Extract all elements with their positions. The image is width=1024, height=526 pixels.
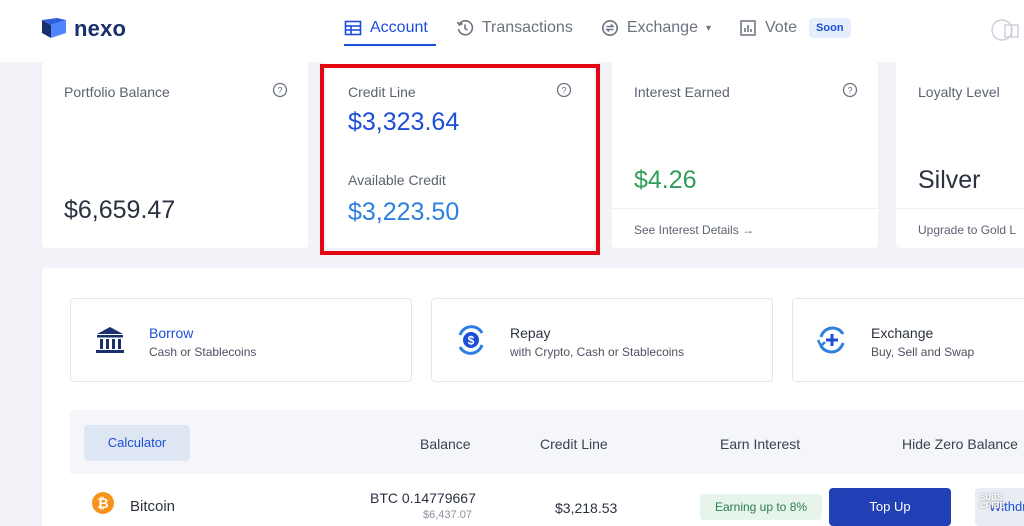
highlight-annotation bbox=[320, 64, 600, 255]
caret-down-icon: ▾ bbox=[705, 22, 712, 34]
repay-subtitle: with Crypto, Cash or Stablecoins bbox=[510, 345, 685, 359]
tab-transactions-label: Transactions bbox=[481, 19, 573, 36]
bank-icon bbox=[96, 327, 124, 353]
portfolio-balance-value: $6,659.47 bbox=[64, 196, 176, 224]
subscribe-watermark: SUBS CRIBE bbox=[980, 494, 1005, 510]
bitcoin-icon: ₿ bbox=[92, 492, 114, 514]
borrow-title: Borrow bbox=[149, 325, 194, 341]
calculator-button[interactable]: Calculator bbox=[84, 425, 190, 461]
tab-account-label: Account bbox=[370, 19, 428, 36]
hide-zero-balance-toggle[interactable]: Hide Zero Balance bbox=[902, 436, 1018, 452]
loyalty-level-label: Loyalty Level bbox=[918, 84, 1000, 100]
help-icon[interactable]: ? bbox=[272, 82, 288, 98]
coin-name: Bitcoin bbox=[130, 498, 176, 515]
column-header-credit-line[interactable]: Credit Line bbox=[540, 436, 608, 452]
portfolio-balance-card: Portfolio Balance ? $6,659.47 bbox=[42, 60, 308, 248]
main-nav: Account Transactions Exchange ▾ Vote Soo… bbox=[344, 18, 879, 38]
active-tab-indicator bbox=[344, 44, 436, 46]
interest-earned-value: $4.26 bbox=[634, 166, 697, 194]
tab-account[interactable]: Account bbox=[344, 19, 428, 37]
exchange-icon bbox=[601, 20, 618, 36]
borrow-subtitle: Cash or Stablecoins bbox=[149, 345, 257, 359]
table-icon bbox=[344, 20, 362, 36]
brand-name: nexo bbox=[74, 16, 127, 41]
soon-badge: Soon bbox=[809, 18, 851, 38]
table-row: ₿ Bitcoin BTC 0.14779667 $6,437.07 $3,21… bbox=[70, 476, 1024, 526]
see-interest-details-link[interactable]: See Interest Details → bbox=[612, 208, 878, 248]
column-header-earn-interest[interactable]: Earn Interest bbox=[720, 436, 800, 452]
assets-table-header: Calculator Balance Credit Line Earn Inte… bbox=[70, 410, 1024, 474]
help-icon[interactable]: ? bbox=[842, 82, 858, 98]
nexo-logo-icon bbox=[42, 18, 66, 38]
tab-exchange-label: Exchange bbox=[626, 19, 698, 36]
tab-vote[interactable]: Vote Soon bbox=[739, 18, 851, 38]
svg-text:?: ? bbox=[277, 86, 282, 96]
upgrade-link[interactable]: Upgrade to Gold L bbox=[896, 208, 1024, 248]
history-icon bbox=[456, 20, 473, 36]
borrow-card[interactable]: Borrow Cash or Stablecoins bbox=[70, 298, 412, 382]
interest-earned-label: Interest Earned bbox=[634, 84, 730, 100]
tab-vote-label: Vote bbox=[765, 19, 798, 36]
column-header-balance[interactable]: Balance bbox=[420, 436, 471, 452]
repay-title: Repay bbox=[510, 325, 551, 341]
watermark-line-2: CRIBE bbox=[980, 501, 1005, 510]
top-up-button[interactable]: Top Up bbox=[829, 488, 951, 526]
coin-credit-line: $3,218.53 bbox=[555, 500, 618, 516]
nexo-logo[interactable]: nexo bbox=[42, 16, 126, 42]
tab-transactions[interactable]: Transactions bbox=[456, 19, 573, 37]
svg-text:$: $ bbox=[468, 334, 475, 348]
earning-badge: Earning up to 8% bbox=[700, 494, 822, 520]
coin-balance: BTC 0.14779667 bbox=[370, 490, 476, 506]
chart-icon bbox=[740, 20, 756, 36]
top-navigation-bar: nexo Account Transactions Exchange ▾ Vot… bbox=[0, 0, 1024, 62]
exchange-card[interactable]: Exchange Buy, Sell and Swap bbox=[792, 298, 1024, 382]
exchange-subtitle: Buy, Sell and Swap bbox=[871, 345, 975, 359]
loyalty-level-card: Loyalty Level Silver Upgrade to Gold L bbox=[896, 60, 1024, 248]
exchange-title: Exchange bbox=[871, 325, 934, 341]
gift-icon[interactable] bbox=[990, 18, 1020, 42]
portfolio-balance-label: Portfolio Balance bbox=[64, 84, 170, 100]
svg-text:?: ? bbox=[847, 86, 852, 96]
swap-icon bbox=[816, 326, 845, 354]
repay-card[interactable]: $ Repay with Crypto, Cash or Stablecoins bbox=[431, 298, 773, 382]
coin-balance-fiat: $6,437.07 bbox=[423, 509, 472, 521]
loyalty-level-value: Silver bbox=[918, 166, 981, 194]
repay-icon: $ bbox=[458, 325, 484, 355]
tab-exchange[interactable]: Exchange ▾ bbox=[601, 19, 711, 37]
interest-earned-card: Interest Earned ? $4.26 See Interest Det… bbox=[612, 60, 878, 248]
